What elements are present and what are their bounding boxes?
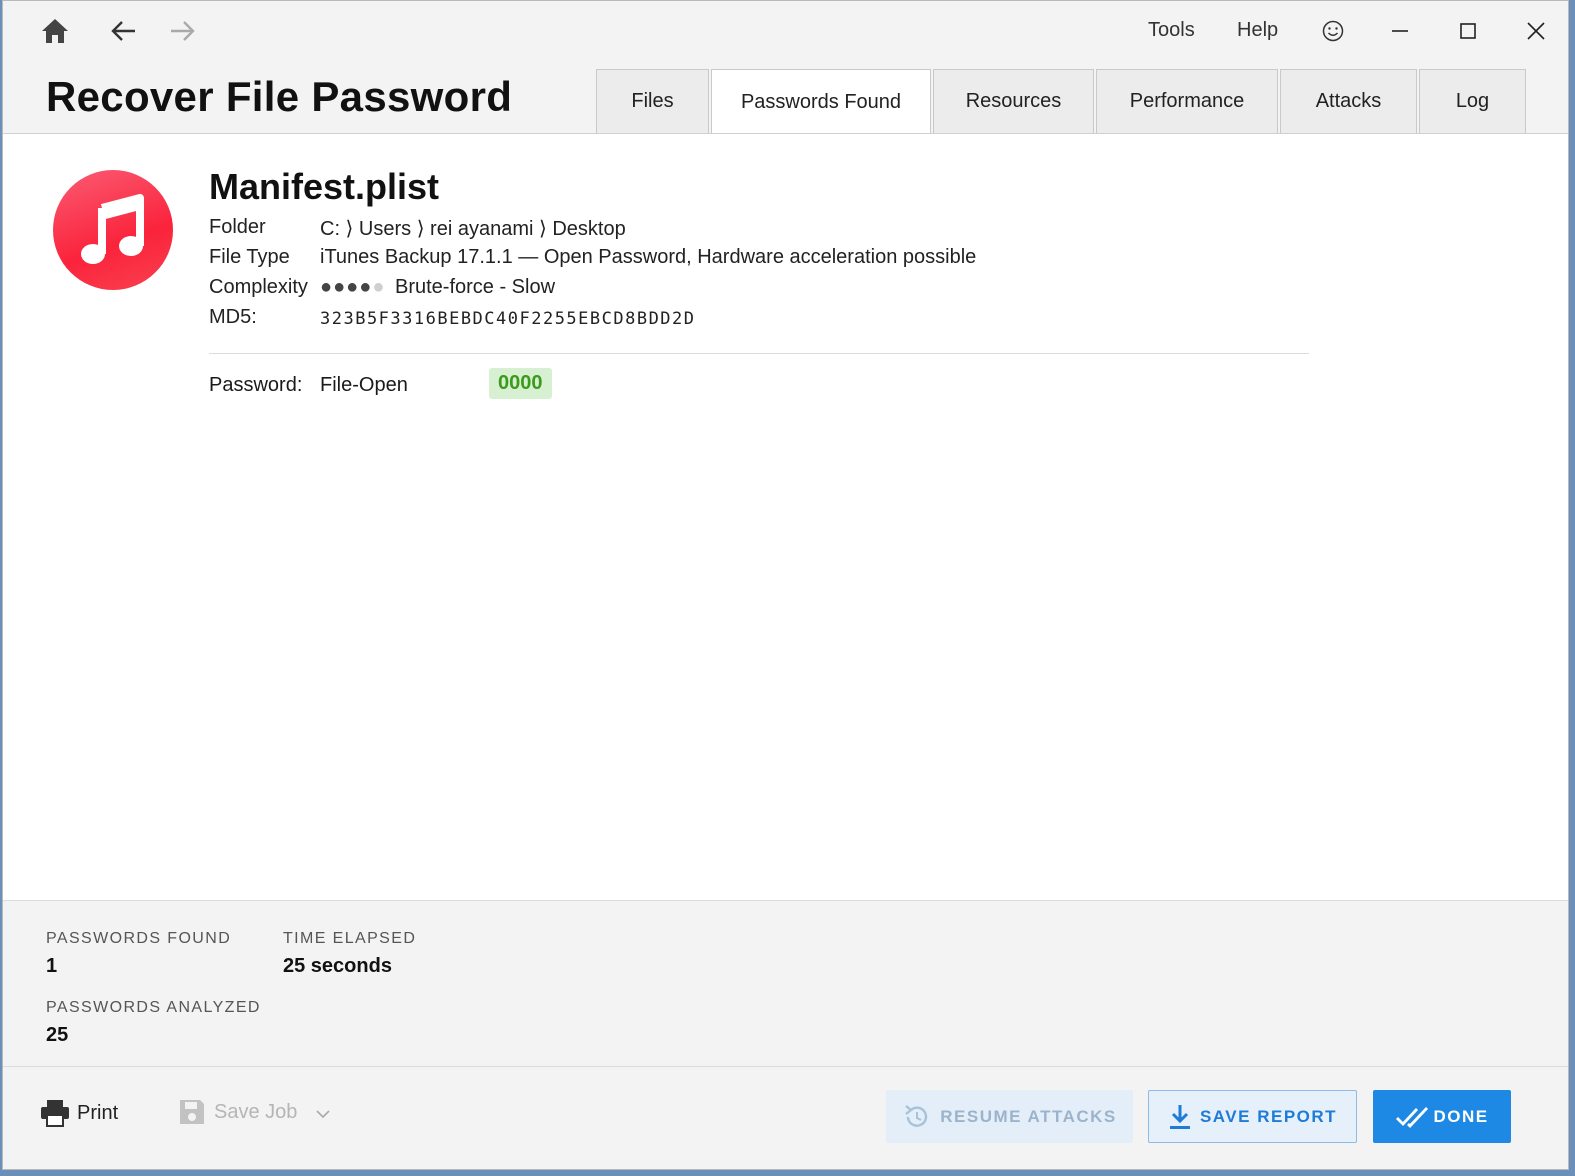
- footer-toolbar: Print Save Job RESUME ATTACKS SAVE REPOR…: [3, 1068, 1568, 1169]
- download-icon: [1169, 1104, 1190, 1129]
- passwords-analyzed-value: 25: [46, 1024, 69, 1046]
- stats-panel: PASSWORDS FOUND 1 TIME ELAPSED 25 second…: [3, 900, 1568, 1067]
- done-label: DONE: [1433, 1106, 1489, 1126]
- tab-resources[interactable]: Resources: [933, 69, 1094, 133]
- feedback-smiley-icon[interactable]: [1313, 11, 1353, 51]
- home-icon[interactable]: [35, 11, 75, 51]
- time-elapsed-value: 25 seconds: [283, 955, 392, 977]
- tab-attacks[interactable]: Attacks: [1280, 69, 1417, 133]
- passwords-analyzed-label: PASSWORDS ANALYZED: [46, 999, 261, 1016]
- folder-row: Folder C: ⟩ Users ⟩ rei ayanami ⟩ Deskto…: [209, 216, 626, 241]
- time-elapsed-label: TIME ELAPSED: [283, 930, 417, 947]
- close-icon[interactable]: [1513, 9, 1559, 53]
- tab-label: Performance: [1129, 90, 1245, 112]
- md5-value: 323B5F3316BEBDC40F2255EBCD8BDD2D: [320, 309, 696, 329]
- menu-help[interactable]: Help: [1237, 19, 1278, 42]
- tab-log[interactable]: Log: [1419, 69, 1526, 133]
- complexity-row: Complexity ●●●●● Brute-force - Slow: [209, 276, 555, 299]
- folder-path[interactable]: C: ⟩ Users ⟩ rei ayanami ⟩ Desktop: [320, 216, 626, 241]
- print-button[interactable]: Print: [39, 1098, 118, 1128]
- complexity-value: ●●●●● Brute-force - Slow: [320, 276, 555, 299]
- tab-label: Passwords Found: [740, 91, 902, 113]
- chevron-down-icon[interactable]: [315, 1109, 331, 1119]
- file-type-row: File Type iTunes Backup 17.1.1 — Open Pa…: [209, 246, 976, 269]
- minimize-icon[interactable]: [1377, 9, 1423, 53]
- complexity-label: Complexity: [209, 276, 308, 298]
- resume-attacks-label: RESUME ATTACKS: [940, 1106, 1117, 1126]
- tab-passwords-found[interactable]: Passwords Found: [711, 69, 931, 135]
- password-row: Password: File-Open 0000: [209, 368, 552, 399]
- password-kind: File-Open: [320, 374, 408, 396]
- menu-tools[interactable]: Tools: [1148, 19, 1195, 42]
- folder-label: Folder: [209, 216, 266, 238]
- tab-label: Log: [1455, 90, 1490, 112]
- maximize-icon[interactable]: [1445, 9, 1491, 53]
- passwords-found-panel: Manifest.plist Folder C: ⟩ Users ⟩ rei a…: [3, 133, 1568, 900]
- back-arrow-icon[interactable]: [103, 11, 143, 51]
- page-title: Recover File Password: [46, 73, 513, 120]
- complexity-text: Brute-force - Slow: [394, 276, 556, 298]
- app-window: Tools Help Recover File Password Files P…: [2, 0, 1569, 1170]
- passwords-found-value: 1: [46, 955, 58, 977]
- save-job-button[interactable]: Save Job: [178, 1098, 331, 1126]
- save-report-button[interactable]: SAVE REPORT: [1148, 1090, 1357, 1143]
- password-label: Password:: [209, 374, 303, 396]
- file-type-label: File Type: [209, 246, 290, 268]
- resume-icon: [905, 1104, 928, 1127]
- save-job-label: Save Job: [214, 1100, 298, 1123]
- tab-bar: Files Passwords Found Resources Performa…: [596, 69, 1528, 135]
- tab-label: Resources: [965, 90, 1062, 112]
- divider: [209, 353, 1309, 354]
- file-name: Manifest.plist: [209, 166, 440, 207]
- double-check-icon: [1396, 1106, 1429, 1128]
- complexity-dots: ●●●●●: [320, 276, 386, 298]
- md5-row: MD5: 323B5F3316BEBDC40F2255EBCD8BDD2D: [209, 306, 696, 329]
- tab-label: Attacks: [1315, 90, 1382, 112]
- tab-files[interactable]: Files: [596, 69, 709, 133]
- title-bar: Tools Help: [3, 1, 1568, 63]
- file-type-value: iTunes Backup 17.1.1 — Open Password, Ha…: [320, 246, 977, 268]
- done-button[interactable]: DONE: [1373, 1090, 1511, 1143]
- md5-label: MD5:: [209, 306, 257, 328]
- tab-label: Files: [631, 90, 674, 112]
- save-report-label: SAVE REPORT: [1199, 1106, 1338, 1126]
- tab-performance[interactable]: Performance: [1096, 69, 1278, 133]
- printer-icon: [41, 1100, 69, 1127]
- forward-arrow-icon[interactable]: [163, 11, 203, 51]
- passwords-found-label: PASSWORDS FOUND: [46, 930, 232, 947]
- print-label: Print: [77, 1101, 119, 1124]
- music-note-icon: [53, 170, 173, 290]
- resume-attacks-button[interactable]: RESUME ATTACKS: [886, 1090, 1133, 1143]
- floppy-disk-icon: [180, 1100, 204, 1124]
- password-value[interactable]: 0000: [489, 368, 552, 399]
